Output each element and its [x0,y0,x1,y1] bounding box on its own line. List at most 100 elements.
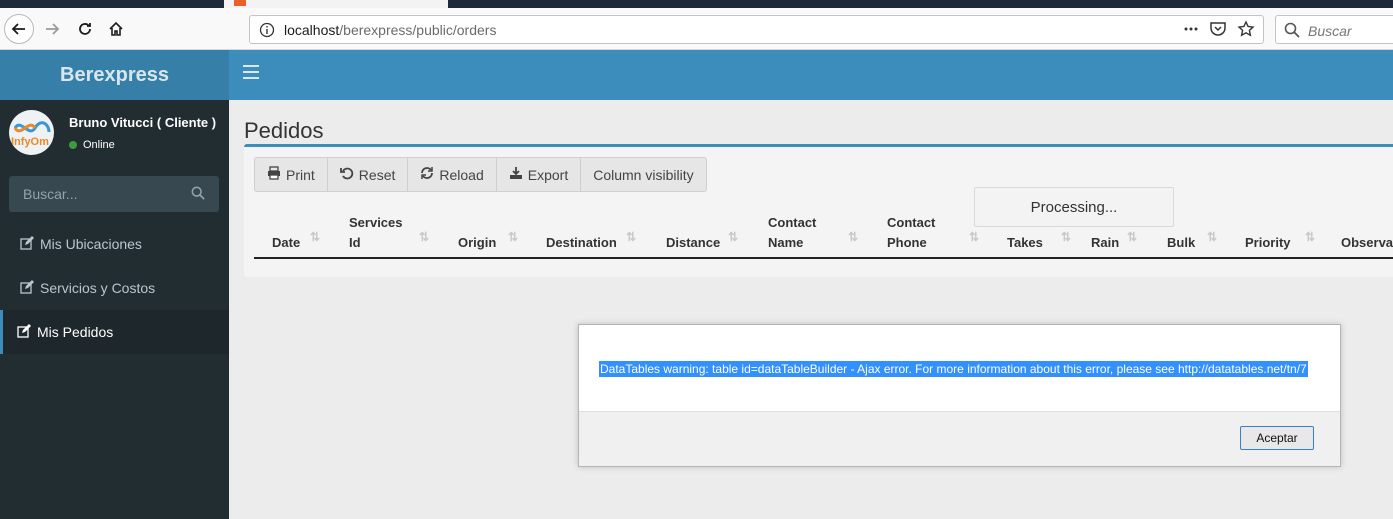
infyom-logo-icon [13,121,51,133]
reload-table-button[interactable]: Reload [407,157,497,192]
refresh-icon [420,166,434,183]
reload-icon [79,23,91,35]
online-dot-icon [69,141,77,149]
column-label-line: Services [349,215,403,230]
column-label-line: Contact [768,215,817,230]
top-navbar [229,50,1393,100]
column-visibility-label: Column visibility [593,166,694,183]
column-label: Rain [1091,235,1120,250]
print-label: Print [286,166,315,183]
sidebar-search-input[interactable]: Buscar... [9,176,219,212]
search-icon[interactable] [191,186,205,205]
sidebar-item-servicios-y-costos[interactable]: Servicios y Costos [0,266,229,310]
column-header-destination[interactable]: Destination ⇅ [546,211,646,255]
column-label: Services Id [349,213,403,253]
column-header-origin[interactable]: Origin ⇅ [458,211,528,255]
home-button[interactable] [101,14,131,44]
url-host: localhost [284,22,340,38]
user-panel: InfyOm Bruno Vitucci ( Cliente ) Online [0,100,229,168]
column-label: Date [272,235,301,250]
sidebar-search-placeholder: Buscar... [23,186,78,202]
column-label: Observations [1341,235,1393,250]
column-visibility-button[interactable]: Column visibility [580,157,707,192]
url-text: localhost/berexpress/public/orders [284,22,496,38]
pocket-icon[interactable] [1209,20,1227,43]
sort-icon: ⇅ [626,230,636,244]
column-label: Priority [1245,235,1291,250]
column-label: Contact Name [768,213,816,253]
sidebar-item-mis-pedidos[interactable]: Mis Pedidos [0,310,229,354]
browser-search-placeholder: Buscar [1308,23,1352,39]
download-icon [509,166,523,183]
url-path: /berexpress/public/orders [339,22,497,38]
sort-icon: ⇅ [1305,230,1315,244]
home-icon [109,21,123,36]
alert-message: DataTables warning: table id=dataTableBu… [599,361,1308,377]
sort-icon: ⇅ [419,230,429,244]
sidebar-item-label: Mis Ubicaciones [40,236,142,252]
sidebar-item-mis-ubicaciones[interactable]: Mis Ubicaciones [0,222,229,266]
reload-label: Reload [439,166,484,183]
column-label-line: Phone [887,235,927,250]
column-label-line: Id [349,235,361,250]
app-logo[interactable]: Berexpress [0,50,229,100]
sort-icon: ⇅ [508,230,518,244]
arrow-left-icon [11,23,25,35]
bookmark-star-icon[interactable] [1237,20,1255,43]
url-bar[interactable]: localhost/berexpress/public/orders [249,15,1264,44]
user-status-label: Online [83,139,115,151]
export-label: Export [527,166,569,183]
column-header-rain[interactable]: Rain ⇅ [1091,211,1151,255]
sidebar-item-label: Mis Pedidos [37,324,114,340]
ok-button[interactable]: Aceptar [1240,426,1314,450]
column-header-priority[interactable]: Priority ⇅ [1245,211,1325,255]
sort-icon: ⇅ [1127,230,1137,244]
sort-icon: ⇅ [848,230,858,244]
column-header-services-id[interactable]: Services Id ⇅ [349,211,439,255]
sort-icon: ⇅ [1061,230,1071,244]
print-button[interactable]: Print [254,157,328,192]
alert-footer: Aceptar [579,411,1340,466]
arrow-right-icon [46,23,60,35]
browser-tab-strip [0,0,1393,8]
page-actions-icon[interactable] [1183,21,1199,42]
info-icon[interactable] [259,22,275,43]
edit-icon [17,323,31,341]
search-icon [1284,22,1300,43]
column-header-date[interactable]: Date ⇅ [272,211,332,255]
sort-icon: ⇅ [728,230,738,244]
sidebar-toggle-hamburger-icon[interactable] [243,65,259,83]
column-label-line: Name [768,235,804,250]
column-header-contact-name[interactable]: Contact Name ⇅ [768,211,868,255]
edit-icon [20,279,34,297]
column-header-distance[interactable]: Distance ⇅ [666,211,746,255]
column-header-takes[interactable]: Takes ⇅ [1007,211,1077,255]
export-button[interactable]: Export [495,157,582,192]
column-label: Contact Phone [887,213,935,253]
column-label: Destination [546,235,617,250]
column-label: Bulk [1167,235,1196,250]
orders-table-box: Print Reset Reload Export Column visibil… [244,144,1393,277]
avatar: InfyOm [9,110,54,155]
reset-label: Reset [358,166,396,183]
sidebar: Berexpress InfyOm Bruno Vitucci ( Client… [0,50,229,519]
sort-icon: ⇅ [1207,230,1217,244]
reload-button[interactable] [70,14,100,44]
column-label: Distance [666,235,721,250]
browser-active-tab[interactable] [224,0,448,8]
browser-search-field[interactable]: Buscar [1275,15,1393,44]
page-title: Pedidos [244,118,324,143]
edit-icon [20,235,34,253]
column-header-contact-phone[interactable]: Contact Phone ⇅ [887,211,997,255]
back-button[interactable] [4,14,34,44]
forward-button[interactable] [37,14,67,44]
column-header-bulk[interactable]: Bulk ⇅ [1167,211,1227,255]
table-header: Date ⇅ Services Id ⇅ Origin ⇅ Destination ⇅ D… [254,207,1393,259]
reset-button[interactable]: Reset [326,157,409,192]
sidebar-menu: Mis Ubicaciones Servicios y Costos Mis P… [0,222,229,354]
column-label-line: Contact [887,215,936,230]
avatar-brand-text: InfyOm [11,136,49,148]
alert-dialog: DataTables warning: table id=dataTableBu… [578,324,1341,467]
alert-message-text: DataTables warning: table id=dataTableBu… [599,361,1308,377]
column-header-observations[interactable]: Observations [1341,211,1393,255]
